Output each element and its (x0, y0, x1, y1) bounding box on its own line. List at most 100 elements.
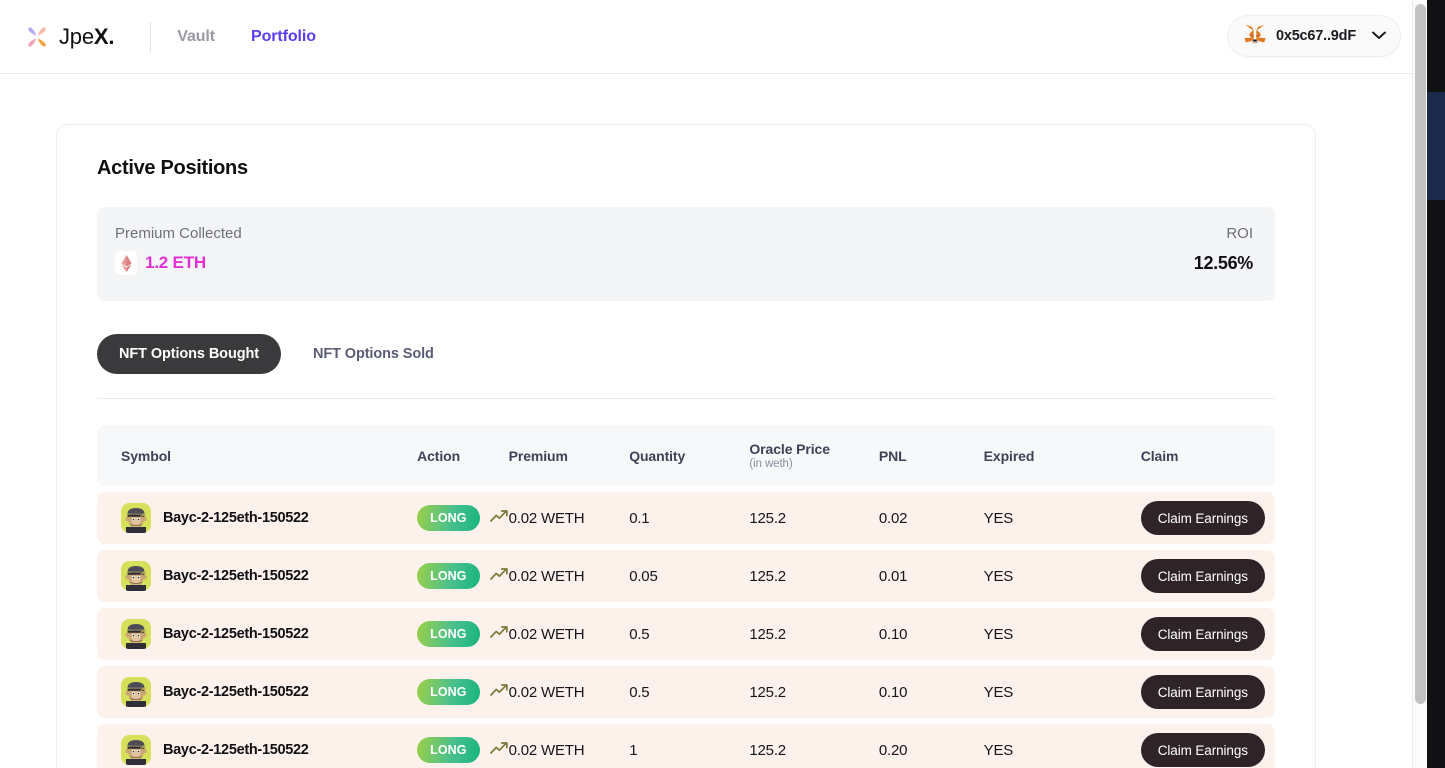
cell-expired: YES (983, 492, 1141, 544)
column-header-claim: Claim (1140, 425, 1275, 486)
cell-claim: Claim Earnings (1140, 492, 1275, 544)
cell-premium: 0.02 WETH (508, 666, 630, 718)
cell-claim: Claim Earnings (1140, 724, 1275, 768)
cell-pnl: 0.20 (878, 724, 984, 768)
cell-oracle-price: 125.2 (749, 550, 879, 602)
cell-action: LONG (417, 492, 509, 544)
cell-oracle-price: 125.2 (749, 666, 879, 718)
premium-collected-value: 1.2 ETH (145, 253, 206, 272)
claim-earnings-button[interactable]: Claim Earnings (1140, 733, 1265, 767)
cell-symbol: Bayc-2-125eth-150522 (97, 666, 418, 718)
brand-name: JpeX. (59, 24, 114, 50)
cell-symbol: Bayc-2-125eth-150522 (97, 724, 418, 768)
premium-collected-block: Premium Collected 1.2 ETH (115, 225, 242, 275)
chevron-down-icon[interactable] (1372, 27, 1386, 45)
bayc-ape-avatar (121, 561, 151, 591)
claim-earnings-button[interactable]: Claim Earnings (1140, 617, 1265, 651)
symbol-text: Bayc-2-125eth-150522 (163, 742, 309, 758)
cell-claim: Claim Earnings (1140, 550, 1275, 602)
symbol-text: Bayc-2-125eth-150522 (163, 626, 309, 642)
bayc-ape-avatar (121, 619, 151, 649)
cell-quantity: 0.5 (629, 666, 750, 718)
header-divider (150, 21, 152, 52)
status-badge-long: LONG (417, 737, 480, 763)
table-row: Bayc-2-125eth-150522 LONG 0.02 WETH 0.1 … (97, 492, 1275, 544)
cell-quantity: 0.1 (629, 492, 750, 544)
trending-up-icon (489, 625, 509, 643)
app-screen: JpeX. Vault Portfolio 0x5c67..9dF Active… (0, 0, 1445, 768)
roi-value: 12.56% (1193, 253, 1254, 273)
table-body: Bayc-2-125eth-150522 LONG 0.02 WETH 0.1 … (97, 492, 1275, 768)
column-header-expired: Expired (983, 425, 1141, 486)
cell-expired: YES (983, 724, 1141, 768)
nav-item-portfolio[interactable]: Portfolio (251, 28, 316, 46)
cell-pnl: 0.10 (878, 666, 984, 718)
cell-symbol: Bayc-2-125eth-150522 (97, 608, 418, 660)
cell-action: LONG (417, 550, 509, 602)
positions-tabs: NFT Options Bought NFT Options Sold (97, 334, 1275, 374)
cell-expired: YES (983, 608, 1141, 660)
claim-earnings-button[interactable]: Claim Earnings (1140, 501, 1265, 535)
summary-panel: Premium Collected 1.2 ETH ROI 12.56% (97, 207, 1275, 301)
wallet-button[interactable]: 0x5c67..9dF (1226, 15, 1401, 57)
table-row: Bayc-2-125eth-150522 LONG 0.02 WETH 0.5 … (97, 666, 1275, 718)
active-positions-card: Active Positions Premium Collected 1.2 E… (56, 124, 1316, 768)
cell-claim: Claim Earnings (1140, 666, 1275, 718)
cell-premium: 0.02 WETH (508, 550, 630, 602)
column-header-oracle-price-label: Oracle Price (749, 441, 830, 457)
column-header-symbol: Symbol (97, 425, 418, 486)
roi-label: ROI (1226, 225, 1253, 242)
cell-action: LONG (417, 608, 509, 660)
column-header-premium: Premium (508, 425, 630, 486)
cell-action: LONG (417, 724, 509, 768)
brand-name-prefix: Jpe (59, 23, 94, 49)
trending-up-icon (489, 741, 509, 759)
claim-earnings-button[interactable]: Claim Earnings (1140, 559, 1265, 593)
cell-oracle-price: 125.2 (749, 724, 879, 768)
table-header-row: Symbol Action Premium Quantity Oracle Pr… (97, 425, 1275, 486)
wallet-address: 0x5c67..9dF (1275, 28, 1356, 44)
cell-oracle-price: 125.2 (749, 608, 879, 660)
cell-expired: YES (983, 550, 1141, 602)
bayc-ape-avatar (121, 735, 151, 765)
browser-edge-accent (1427, 92, 1445, 200)
brand-logo[interactable]: JpeX. (24, 24, 114, 50)
browser-right-edge (1427, 0, 1445, 768)
page-scrollbar[interactable] (1412, 0, 1427, 768)
cell-premium: 0.02 WETH (508, 492, 630, 544)
status-badge-long: LONG (417, 679, 480, 705)
scrollbar-thumb[interactable] (1415, 4, 1426, 704)
cell-expired: YES (983, 666, 1141, 718)
cell-pnl: 0.10 (878, 608, 984, 660)
symbol-text: Bayc-2-125eth-150522 (163, 684, 309, 700)
cell-oracle-price: 125.2 (749, 492, 879, 544)
jpex-pinwheel-logo-icon (24, 24, 50, 50)
ethereum-icon (115, 251, 137, 275)
column-header-action: Action (417, 425, 509, 486)
tab-nft-options-sold[interactable]: NFT Options Sold (291, 334, 456, 374)
cell-quantity: 1 (629, 724, 750, 768)
brand-name-suffix: X. (93, 23, 115, 49)
cell-action: LONG (417, 666, 509, 718)
cell-premium: 0.02 WETH (508, 724, 630, 768)
claim-earnings-button[interactable]: Claim Earnings (1140, 675, 1265, 709)
status-badge-long: LONG (417, 563, 480, 589)
page-title: Active Positions (97, 157, 248, 179)
main-nav: Vault Portfolio (177, 28, 316, 46)
table-row: Bayc-2-125eth-150522 LONG 0.02 WETH 0.05… (97, 550, 1275, 602)
cell-quantity: 0.05 (629, 550, 750, 602)
symbol-text: Bayc-2-125eth-150522 (163, 568, 309, 584)
column-header-oracle-price: Oracle Price (in weth) (749, 425, 879, 486)
tab-nft-options-bought[interactable]: NFT Options Bought (97, 334, 281, 374)
cell-pnl: 0.01 (878, 550, 984, 602)
metamask-fox-icon (1244, 24, 1266, 49)
tabs-divider (97, 398, 1275, 399)
bayc-ape-avatar (121, 503, 151, 533)
cell-claim: Claim Earnings (1140, 608, 1275, 660)
cell-symbol: Bayc-2-125eth-150522 (97, 550, 418, 602)
column-header-quantity: Quantity (629, 425, 750, 486)
table-head: Symbol Action Premium Quantity Oracle Pr… (97, 425, 1275, 486)
nav-item-vault[interactable]: Vault (177, 28, 215, 46)
cell-quantity: 0.5 (629, 608, 750, 660)
table-row: Bayc-2-125eth-150522 LONG 0.02 WETH 1 12… (97, 724, 1275, 768)
